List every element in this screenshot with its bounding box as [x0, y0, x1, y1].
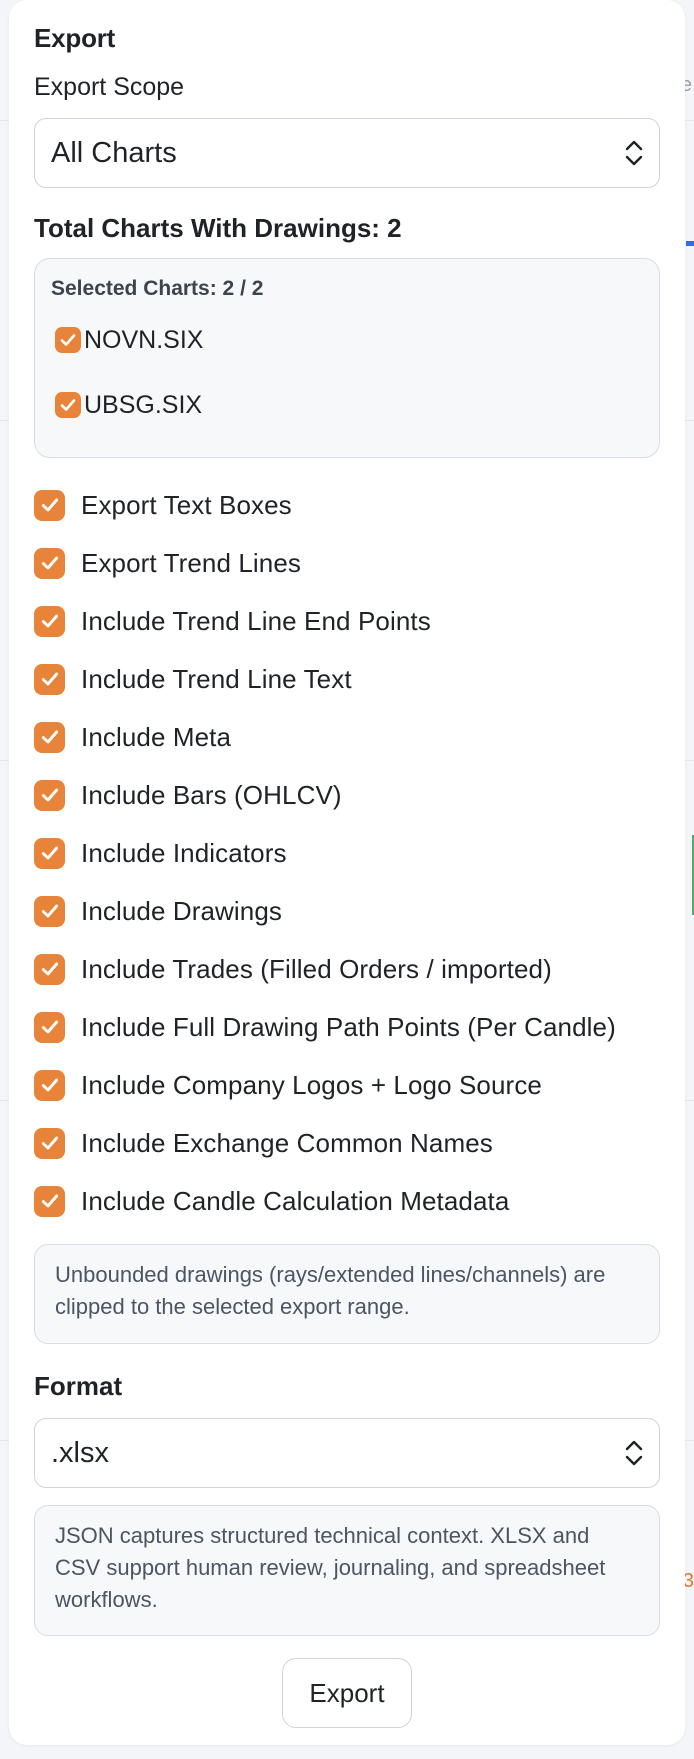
- option-include-meta[interactable]: Include Meta: [34, 708, 660, 766]
- chart-item-novn[interactable]: NOVN.SIX: [51, 315, 643, 365]
- chevron-up-down-icon: [625, 1440, 643, 1466]
- checkmark-icon: [41, 614, 58, 628]
- option-label: Include Trades (Filled Orders / imported…: [81, 953, 552, 984]
- export-scope-label: Export Scope: [34, 73, 185, 101]
- checkmark-icon: [41, 498, 58, 512]
- checkbox-checked[interactable]: [34, 489, 65, 521]
- export-options-list: Export Text Boxes Export Trend Lines Inc…: [34, 476, 660, 1230]
- checkbox-checked[interactable]: [55, 392, 81, 418]
- checkmark-icon: [60, 399, 76, 411]
- selected-charts-header: Selected Charts: 2 / 2: [51, 277, 264, 300]
- export-panel: Export Export Scope All Charts Total Cha…: [9, 0, 685, 1745]
- option-full-drawing-path-points[interactable]: Include Full Drawing Path Points (Per Ca…: [34, 998, 660, 1056]
- selected-charts-box: Selected Charts: 2 / 2 NOVN.SIX UBSG.SIX: [34, 258, 660, 458]
- format-value: .xlsx: [51, 1436, 109, 1469]
- option-label: Export Text Boxes: [81, 489, 292, 520]
- option-label: Include Meta: [81, 721, 232, 752]
- background-chart-mark: [686, 241, 694, 246]
- checkmark-icon: [41, 730, 58, 744]
- checkmark-icon: [41, 904, 58, 918]
- option-label: Include Full Drawing Path Points (Per Ca…: [81, 1011, 616, 1042]
- checkmark-icon: [41, 1194, 58, 1208]
- checkmark-icon: [41, 1136, 58, 1150]
- checkmark-icon: [41, 1020, 58, 1034]
- option-export-text-boxes[interactable]: Export Text Boxes: [34, 476, 660, 534]
- option-label: Include Trend Line End Points: [81, 605, 431, 636]
- option-label: Include Bars (OHLCV): [81, 779, 342, 810]
- export-scope-value: All Charts: [51, 136, 177, 169]
- option-label: Export Trend Lines: [81, 547, 302, 578]
- option-include-drawings[interactable]: Include Drawings: [34, 882, 660, 940]
- chart-item-label: UBSG.SIX: [84, 390, 203, 419]
- checkbox-checked[interactable]: [55, 327, 81, 353]
- checkbox-checked[interactable]: [34, 663, 65, 695]
- export-scope-select[interactable]: All Charts: [34, 118, 660, 188]
- checkbox-checked[interactable]: [34, 837, 65, 869]
- checkmark-icon: [41, 846, 58, 860]
- checkmark-icon: [60, 334, 76, 346]
- option-label: Include Company Logos + Logo Source: [81, 1069, 542, 1100]
- option-export-trend-lines[interactable]: Export Trend Lines: [34, 534, 660, 592]
- checkbox-checked[interactable]: [34, 779, 65, 811]
- format-select[interactable]: .xlsx: [34, 1418, 660, 1488]
- checkbox-checked[interactable]: [34, 547, 65, 579]
- option-label: Include Exchange Common Names: [81, 1127, 493, 1158]
- option-trend-line-end-points[interactable]: Include Trend Line End Points: [34, 592, 660, 650]
- format-help-note: JSON captures structured technical conte…: [34, 1505, 660, 1636]
- checkbox-checked[interactable]: [34, 953, 65, 985]
- checkmark-icon: [41, 1078, 58, 1092]
- checkbox-checked[interactable]: [34, 1011, 65, 1043]
- option-label: Include Indicators: [81, 837, 287, 868]
- checkbox-checked[interactable]: [34, 1185, 65, 1217]
- option-include-trades[interactable]: Include Trades (Filled Orders / imported…: [34, 940, 660, 998]
- option-exchange-common-names[interactable]: Include Exchange Common Names: [34, 1114, 660, 1172]
- export-button[interactable]: Export: [282, 1658, 412, 1728]
- panel-title: Export: [34, 23, 116, 53]
- option-include-indicators[interactable]: Include Indicators: [34, 824, 660, 882]
- checkbox-checked[interactable]: [34, 895, 65, 927]
- option-label: Include Trend Line Text: [81, 663, 352, 694]
- option-label: Include Drawings: [81, 895, 283, 926]
- chart-item-label: NOVN.SIX: [84, 325, 204, 354]
- checkmark-icon: [41, 962, 58, 976]
- checkmark-icon: [41, 672, 58, 686]
- chart-item-ubsg[interactable]: UBSG.SIX: [51, 380, 643, 430]
- clip-range-note: Unbounded drawings (rays/extended lines/…: [34, 1244, 660, 1344]
- option-label: Include Candle Calculation Metadata: [81, 1185, 510, 1216]
- checkbox-checked[interactable]: [34, 605, 65, 637]
- chevron-up-down-icon: [625, 140, 643, 166]
- option-company-logos[interactable]: Include Company Logos + Logo Source: [34, 1056, 660, 1114]
- format-label: Format: [34, 1371, 123, 1401]
- checkmark-icon: [41, 556, 58, 570]
- checkbox-checked[interactable]: [34, 721, 65, 753]
- checkbox-checked[interactable]: [34, 1069, 65, 1101]
- checkmark-icon: [41, 788, 58, 802]
- total-charts-label: Total Charts With Drawings: 2: [34, 213, 402, 243]
- option-candle-calculation-metadata[interactable]: Include Candle Calculation Metadata: [34, 1172, 660, 1230]
- option-include-bars[interactable]: Include Bars (OHLCV): [34, 766, 660, 824]
- export-button-row: Export: [34, 1658, 660, 1728]
- checkbox-checked[interactable]: [34, 1127, 65, 1159]
- option-trend-line-text[interactable]: Include Trend Line Text: [34, 650, 660, 708]
